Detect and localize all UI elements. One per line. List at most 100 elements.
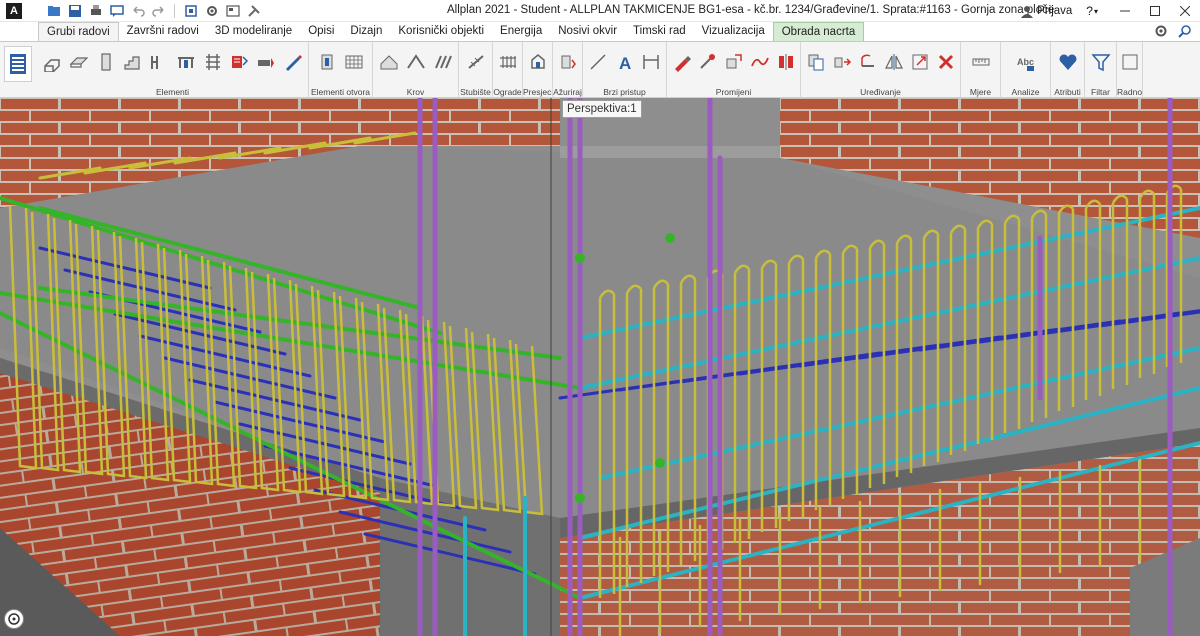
roof-icon[interactable]: [377, 50, 401, 74]
column-icon[interactable]: [94, 50, 118, 74]
login-button[interactable]: Prijava: [1021, 5, 1072, 18]
tab-obrada-nacrta[interactable]: Obrada nacrta: [772, 22, 865, 42]
rebar-node-marker: [575, 253, 585, 263]
analysis-icon[interactable]: Abc: [1014, 50, 1038, 74]
opening-element-icon[interactable]: [315, 50, 339, 74]
tab-timski-rad[interactable]: Timski rad: [625, 22, 694, 42]
text-icon[interactable]: A: [613, 50, 637, 74]
copy-icon[interactable]: [804, 50, 827, 74]
modify-icon[interactable]: [696, 50, 719, 74]
ribbon-group-label: Elementi: [155, 87, 190, 97]
navigation-wheel-icon[interactable]: [4, 609, 24, 629]
search-icon[interactable]: [1178, 24, 1192, 38]
ribbon-group-label: Promijeni: [715, 87, 752, 97]
staircase-icon[interactable]: [464, 50, 488, 74]
ribbon-group-promijeni: Promijeni: [667, 42, 801, 99]
ribbon-group-ograde: Ograde: [493, 42, 523, 99]
ribbon-group-brzi-pristup: A Brzi pristup: [583, 42, 667, 99]
ribbon-group-mjere: Mjere: [961, 42, 1001, 99]
chevron-down-icon: ▾: [1093, 6, 1098, 16]
tasks-menu-icon[interactable]: [4, 46, 32, 82]
rotate-icon[interactable]: [856, 50, 879, 74]
ribbon-group-elementi-otvora: Elementi otvora: [309, 42, 373, 99]
ribbon-group-stubi-te: Stubište: [459, 42, 493, 99]
close-button[interactable]: [1170, 0, 1200, 22]
layers-icon[interactable]: [181, 2, 200, 20]
allplan-logo-icon[interactable]: A: [6, 2, 22, 19]
tab-korisni-ki-objekti[interactable]: Korisnički objekti: [390, 22, 492, 42]
opening-icon[interactable]: [228, 50, 252, 74]
minimize-icon: [1120, 10, 1130, 12]
quick-access-toolbar: [44, 2, 263, 20]
move-icon[interactable]: [830, 50, 853, 74]
wall-icon[interactable]: [40, 50, 64, 74]
maximize-button[interactable]: [1140, 0, 1170, 22]
edit-icon[interactable]: [670, 50, 693, 74]
close-icon: [1180, 6, 1190, 16]
mirror-edit-icon[interactable]: [882, 50, 905, 74]
measure-icon[interactable]: [969, 50, 993, 74]
dimension-icon[interactable]: [639, 50, 663, 74]
svg-text:A: A: [619, 54, 631, 72]
rebar-node-marker: [655, 458, 665, 468]
tab-energija[interactable]: Energija: [492, 22, 550, 42]
tab-dizajn[interactable]: Dizajn: [342, 22, 390, 42]
ribbon-group-label: Filtar: [1091, 87, 1110, 97]
title-bar: A Allplan 2021 - Student - ALLPLAN TAKMI…: [0, 0, 1200, 22]
ribbon-group-filtar: Filtar: [1085, 42, 1117, 99]
settings-icon[interactable]: [202, 2, 221, 20]
undo-icon[interactable]: [128, 2, 147, 20]
stair-icon[interactable]: [120, 50, 144, 74]
ribbon-group-ure-ivanje: Uređivanje: [801, 42, 961, 99]
tab-nosivi-okvir[interactable]: Nosivi okvir: [550, 22, 625, 42]
open-icon[interactable]: [44, 2, 63, 20]
ribbon-group-label: Krov: [406, 87, 425, 97]
slab-icon[interactable]: [67, 50, 91, 74]
ribbon-group-label: Radno: [1117, 87, 1142, 97]
tools-icon[interactable]: [244, 2, 263, 20]
save-icon[interactable]: [65, 2, 84, 20]
line-icon[interactable]: [586, 50, 610, 74]
attributes-icon[interactable]: [1056, 50, 1080, 74]
section-icon[interactable]: [526, 50, 549, 74]
transform-icon[interactable]: [722, 50, 745, 74]
3d-viewport[interactable]: Perspektiva:1: [0, 98, 1200, 636]
mirror-icon[interactable]: [774, 50, 797, 74]
print-icon[interactable]: [86, 2, 105, 20]
curve-icon[interactable]: [748, 50, 771, 74]
delete-icon[interactable]: [934, 50, 957, 74]
rebar-3d-scene[interactable]: [0, 98, 1200, 636]
filter-icon[interactable]: [223, 2, 242, 20]
update-icon[interactable]: [556, 50, 579, 74]
filter-icon[interactable]: [1089, 50, 1113, 74]
tab-zavr-ni-radovi[interactable]: Završni radovi: [119, 22, 207, 42]
door-icon[interactable]: [174, 50, 198, 74]
ribbon-group-radno: Radno: [1117, 42, 1143, 99]
pencil-icon[interactable]: [281, 50, 305, 74]
ribbon-group-label: Elementi otvora: [310, 87, 371, 97]
grid-icon[interactable]: [201, 50, 225, 74]
tab-grubi-radovi[interactable]: Grubi radovi: [38, 22, 119, 42]
window-icon[interactable]: [147, 50, 171, 74]
ribbon-group-label: Stubište: [460, 87, 491, 97]
tab-3d-modeliranje[interactable]: 3D modeliranje: [207, 22, 300, 42]
roof-plane-icon[interactable]: [404, 50, 428, 74]
redo-icon[interactable]: [149, 2, 168, 20]
railing-icon[interactable]: [496, 50, 519, 74]
gear-icon[interactable]: [1154, 24, 1168, 38]
tab-vizualizacija[interactable]: Vizualizacija: [694, 22, 773, 42]
svg-text:Abc: Abc: [1017, 57, 1034, 67]
ribbon-group-label: Analize: [1011, 87, 1040, 97]
rebar-node-marker: [575, 493, 585, 503]
ribbon-group-krov: Krov: [373, 42, 459, 99]
workspace-icon[interactable]: [1120, 50, 1140, 74]
ribbon-group-a-uriraj: Ažuriraj: [553, 42, 583, 99]
stretch-icon[interactable]: [908, 50, 931, 74]
tab-opisi[interactable]: Opisi: [300, 22, 342, 42]
beam-icon[interactable]: [254, 50, 278, 74]
minimize-button[interactable]: [1110, 0, 1140, 22]
window-grid-icon[interactable]: [342, 50, 366, 74]
message-icon[interactable]: [107, 2, 126, 20]
roof-tiles-icon[interactable]: [431, 50, 455, 74]
help-button[interactable]: ? ▾: [1086, 4, 1098, 18]
